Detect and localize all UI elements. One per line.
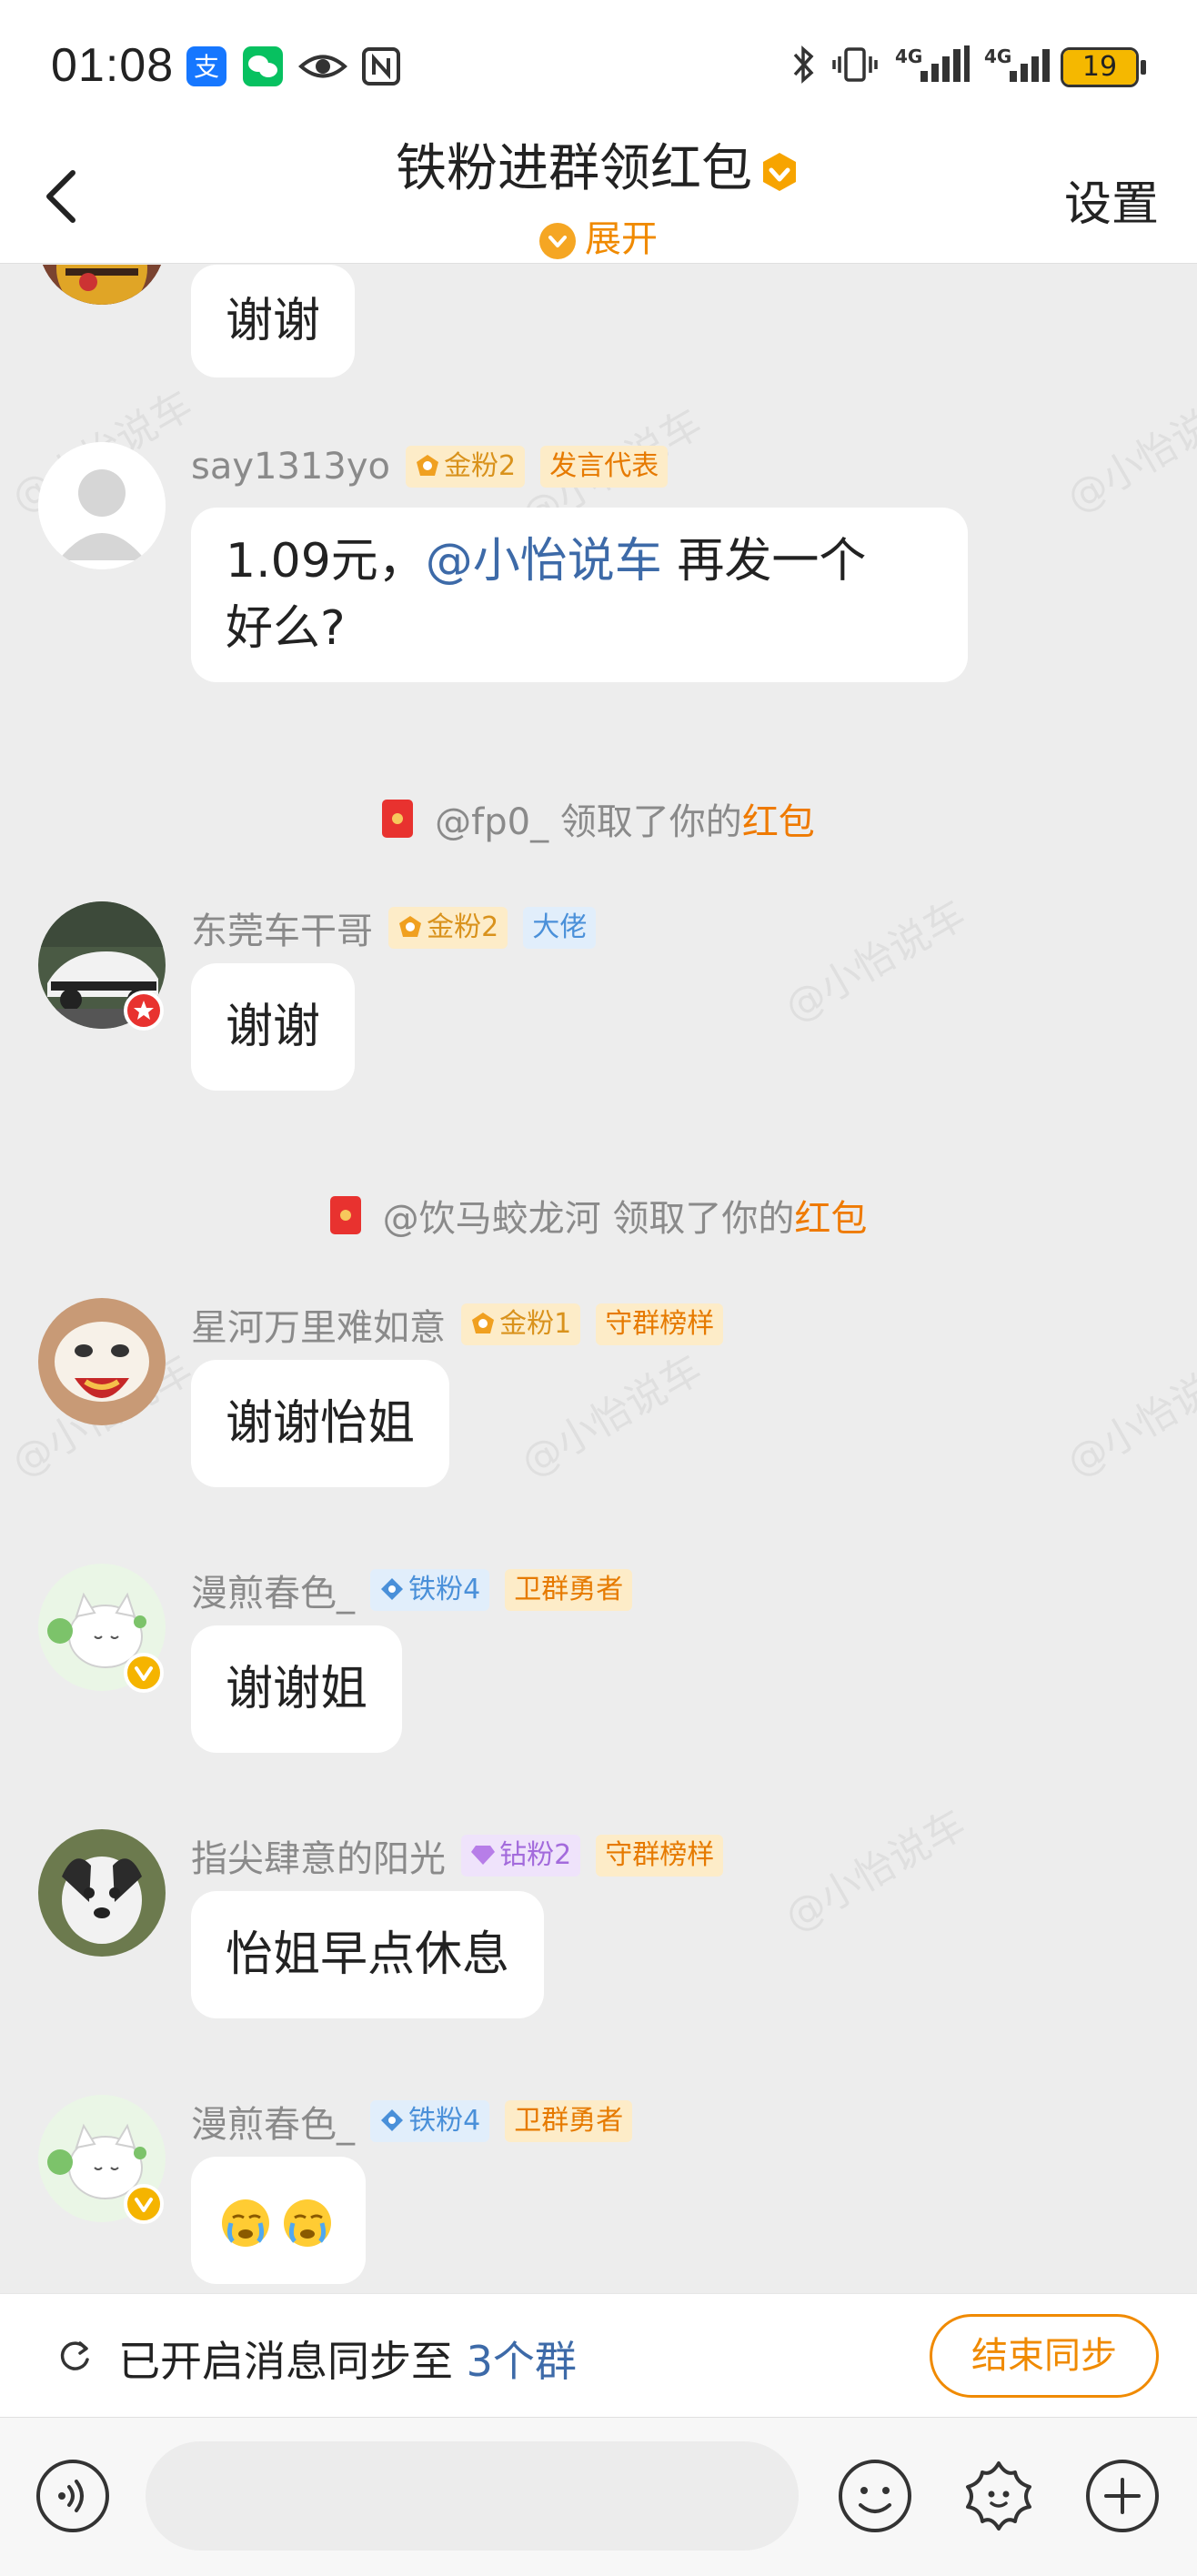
group-title-text: 铁粉进群领红包	[396, 139, 752, 198]
message-bubble[interactable]: 😭😭	[191, 2157, 366, 2284]
battery-icon: 19	[1061, 47, 1139, 87]
fan-level-tag: 金粉1	[461, 1303, 581, 1345]
watermark: @小怡说车	[513, 1345, 710, 1486]
group-title: 铁粉进群领红包	[0, 127, 1197, 201]
sync-icon	[60, 2341, 89, 2370]
alipay-icon: 支	[186, 46, 226, 86]
vibrate-icon	[832, 47, 878, 82]
expand-label: 展开	[585, 218, 658, 260]
settings-button[interactable]: 设置	[1064, 166, 1159, 234]
message-meta: 指尖肆意的阳光 钻粉2 守群榜样	[191, 1829, 724, 1880]
username[interactable]: 指尖肆意的阳光	[191, 1838, 446, 1880]
avatar[interactable]	[38, 1829, 166, 1957]
username[interactable]: 星河万里难如意	[191, 1307, 446, 1349]
diamond-fan-icon	[471, 1846, 496, 1865]
gold-fan-icon	[399, 916, 422, 937]
bluetooth-icon	[793, 45, 814, 84]
message-bubble[interactable]: 谢谢	[191, 963, 356, 1091]
battery-level: 19	[1081, 51, 1118, 83]
chat-header: 铁粉进群领红包 展开 设置	[0, 118, 1197, 264]
gold-fan-icon	[472, 1313, 495, 1333]
red-packet-link[interactable]: 红包	[742, 801, 815, 843]
eye-icon	[298, 55, 347, 78]
status-bar: 01:08 支 4G 4G 19	[0, 0, 1197, 136]
message-bubble[interactable]: 1.09元，@小怡说车 再发一个 好么?	[191, 508, 968, 682]
message-bubble[interactable]: 谢谢姐	[191, 1625, 403, 1753]
username[interactable]: 漫煎春色_	[191, 2104, 355, 2146]
group-role-tag: 卫群勇者	[505, 2100, 633, 2142]
group-role-tag: 卫群勇者	[505, 1569, 633, 1611]
wechat-icon	[243, 46, 283, 86]
watermark: @小怡说车	[1059, 381, 1197, 522]
group-role-tag: 发言代表	[540, 446, 669, 488]
input-bar	[0, 2417, 1197, 2576]
sync-bar: 已开启消息同步至 3个群 结束同步	[0, 2293, 1197, 2417]
signal-icon-2	[1010, 49, 1050, 82]
message-bubble[interactable]: 谢谢怡姐	[191, 1360, 450, 1487]
red-packet-icon	[329, 1196, 361, 1234]
expand-toggle[interactable]: 展开	[0, 209, 1197, 262]
message-meta: 星河万里难如意 金粉1 守群榜样	[191, 1298, 724, 1349]
chat-messages[interactable]: @小怡说车 @小怡说车 @小怡说车 @小怡说车 @小怡说车 @小怡说车 @小怡说…	[0, 265, 1197, 2293]
gold-fan-icon	[417, 455, 439, 476]
group-role-tag: 守群榜样	[596, 1303, 724, 1345]
mention-link[interactable]: @小怡说车	[426, 534, 662, 589]
watermark: @小怡说车	[777, 891, 974, 1031]
status-time: 01:08	[51, 39, 175, 92]
sticker-icon[interactable]	[959, 2456, 1039, 2536]
sync-group-count[interactable]: 3个群	[467, 2337, 577, 2386]
verified-badge-icon	[763, 152, 796, 191]
message-input[interactable]	[146, 2441, 799, 2551]
member-badge-icon	[124, 991, 164, 1031]
message-bubble[interactable]: 怡姐早点休息	[191, 1891, 545, 2018]
red-packet-link[interactable]: 红包	[794, 1198, 867, 1240]
username[interactable]: 东莞车干哥	[191, 911, 373, 952]
fan-level-tag: 铁粉4	[370, 1569, 490, 1611]
iron-fan-icon	[381, 1578, 404, 1600]
message-bubble[interactable]: 谢谢	[191, 265, 356, 377]
expand-chevron-icon	[539, 223, 576, 259]
avatar[interactable]	[38, 1298, 166, 1425]
red-packet-icon	[382, 800, 414, 838]
message-meta: 漫煎春色_ 铁粉4 卫群勇者	[191, 1564, 633, 1615]
watermark: @小怡说车	[1059, 1345, 1197, 1486]
system-message: @fp0_ 领取了你的红包	[0, 792, 1197, 845]
crying-emoji-icon	[222, 2199, 331, 2247]
group-role-tag: 守群榜样	[596, 1835, 724, 1877]
fan-level-tag: 铁粉4	[370, 2100, 490, 2142]
iron-fan-icon	[381, 2109, 404, 2131]
emoji-icon[interactable]	[835, 2456, 915, 2536]
svg-text:支: 支	[194, 52, 219, 82]
voice-icon[interactable]	[33, 2456, 113, 2536]
watermark: @小怡说车	[777, 1800, 974, 1941]
sync-status: 已开启消息同步至 3个群	[118, 2337, 577, 2386]
fan-level-tag: 金粉2	[388, 907, 508, 949]
verified-badge-icon	[124, 2184, 164, 2224]
end-sync-button[interactable]: 结束同步	[930, 2314, 1159, 2398]
username[interactable]: 漫煎春色_	[191, 1573, 355, 1615]
message-meta: say1313yo 金粉2 发言代表	[191, 446, 669, 491]
avatar[interactable]	[38, 265, 166, 305]
fan-level-tag: 金粉2	[406, 446, 526, 488]
fan-level-tag: 钻粉2	[461, 1835, 581, 1877]
plus-icon[interactable]	[1082, 2456, 1162, 2536]
message-meta: 东莞车干哥 金粉2 大佬	[191, 901, 597, 952]
avatar[interactable]	[38, 442, 166, 569]
message-meta: 漫煎春色_ 铁粉4 卫群勇者	[191, 2095, 633, 2146]
nfc-icon	[362, 47, 400, 86]
system-message: @饮马蛟龙河 领取了你的红包	[0, 1189, 1197, 1242]
group-role-tag: 大佬	[523, 907, 597, 949]
signal-icon	[920, 45, 970, 82]
username[interactable]: say1313yo	[191, 446, 390, 488]
battery-tip	[1141, 60, 1146, 75]
verified-badge-icon	[124, 1653, 164, 1693]
